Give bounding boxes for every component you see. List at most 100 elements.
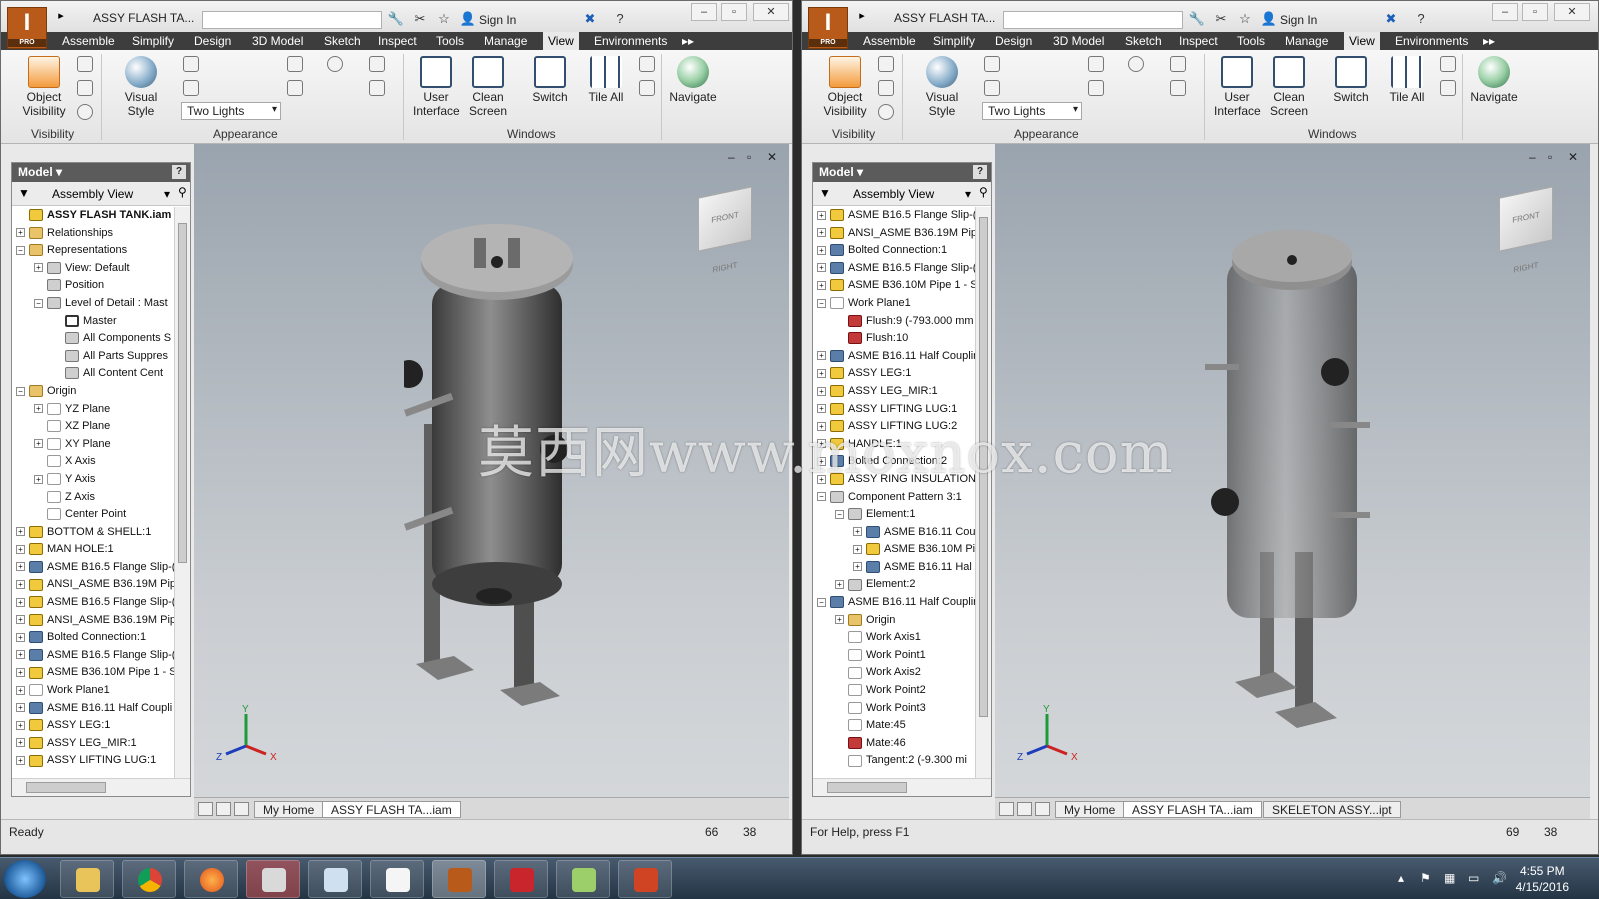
- tree-node[interactable]: + ASME B16.5 Flange Slip-(: [12, 647, 174, 665]
- tree-node[interactable]: Master: [12, 313, 174, 331]
- expand-toggle-icon[interactable]: +: [16, 580, 25, 590]
- navigate-button[interactable]: Navigate: [665, 56, 721, 104]
- ground-icon[interactable]: [1170, 80, 1186, 96]
- expand-toggle-icon[interactable]: −: [34, 298, 43, 308]
- tree-node[interactable]: − Work Plane1: [813, 295, 975, 313]
- tree-node[interactable]: + ASME B16.5 Flange Slip-(: [12, 559, 174, 577]
- tab-inspect[interactable]: Inspect: [373, 34, 422, 48]
- taskbar-notepad[interactable]: [370, 860, 424, 898]
- expand-toggle-icon[interactable]: +: [853, 527, 862, 537]
- browser-header[interactable]: Model ▾?: [813, 163, 991, 182]
- tree-node[interactable]: Work Point1: [813, 647, 975, 665]
- expand-toggle-icon[interactable]: +: [817, 263, 826, 273]
- tree-node[interactable]: Flush:10: [813, 330, 975, 348]
- reflection-icon[interactable]: [183, 80, 199, 96]
- assembly-view-select[interactable]: Assembly View: [52, 187, 133, 201]
- sign-in-link[interactable]: Sign In: [1280, 13, 1317, 27]
- taskbar-snipping[interactable]: [246, 860, 300, 898]
- tree-node[interactable]: All Components S: [12, 330, 174, 348]
- clean-screen-button[interactable]: Clean Screen: [465, 56, 511, 118]
- color-icon[interactable]: [1128, 56, 1144, 72]
- flag-icon[interactable]: ⚑: [1420, 871, 1431, 885]
- expand-toggle-icon[interactable]: +: [16, 228, 25, 238]
- new-window-icon[interactable]: [1440, 80, 1456, 96]
- tree-node[interactable]: + BOTTOM & SHELL:1: [12, 524, 174, 542]
- tree-node[interactable]: Z Axis: [12, 489, 174, 507]
- tools-icon[interactable]: ✂: [411, 11, 429, 29]
- help-search-input[interactable]: [202, 11, 382, 29]
- browser-header[interactable]: Model ▾?: [12, 163, 190, 182]
- tree-node[interactable]: + ANSI_ASME B36.19M Pip: [813, 225, 975, 243]
- expand-toggle-icon[interactable]: +: [16, 668, 25, 678]
- tree-node[interactable]: Tangent:2 (-9.300 mi: [813, 752, 975, 770]
- tab-tools[interactable]: Tools: [1232, 34, 1270, 48]
- tree-node[interactable]: Center Point: [12, 506, 174, 524]
- scroll-up-icon[interactable]: [1035, 802, 1050, 816]
- restore-view-icon[interactable]: ▫: [747, 150, 751, 164]
- more-tabs-icon[interactable]: ▸▸: [677, 34, 699, 48]
- tree-node[interactable]: Work Axis2: [813, 664, 975, 682]
- expand-toggle-icon[interactable]: −: [817, 492, 826, 502]
- expand-toggle-icon[interactable]: +: [817, 228, 826, 238]
- tab-view[interactable]: View: [543, 32, 579, 50]
- tab-sketch[interactable]: Sketch: [319, 34, 366, 48]
- restore-view-icon[interactable]: ▫: [1548, 150, 1552, 164]
- tab-assy-flash-tank[interactable]: ASSY FLASH TA...iam: [1123, 801, 1262, 818]
- close-button[interactable]: ✕: [1554, 3, 1590, 21]
- tab-my-home[interactable]: My Home: [1055, 801, 1125, 818]
- horizontal-scrollbar[interactable]: [12, 778, 190, 796]
- shadow-icon[interactable]: [984, 56, 1000, 72]
- tab-3d-model[interactable]: 3D Model: [247, 34, 308, 48]
- tree-node[interactable]: Mate:45: [813, 717, 975, 735]
- tab-design[interactable]: Design: [189, 34, 236, 48]
- expand-toggle-icon[interactable]: +: [16, 756, 25, 765]
- expand-toggle-icon[interactable]: +: [16, 738, 25, 748]
- tree-node[interactable]: + XY Plane: [12, 436, 174, 454]
- texture-icon[interactable]: [1170, 56, 1186, 72]
- taskbar-autocad[interactable]: [494, 860, 548, 898]
- more-tabs-icon[interactable]: ▸▸: [1478, 34, 1500, 48]
- tree-node[interactable]: All Parts Suppres: [12, 348, 174, 366]
- switch-button[interactable]: Switch: [523, 56, 577, 104]
- tab-environments[interactable]: Environments: [1390, 34, 1473, 48]
- camera-icon[interactable]: [287, 80, 303, 96]
- tab-assemble[interactable]: Assemble: [858, 34, 921, 48]
- lighting-style-select[interactable]: Two Lights: [181, 102, 281, 120]
- tab-view[interactable]: View: [1344, 32, 1380, 50]
- prohibited-icon[interactable]: [878, 104, 894, 120]
- tree-node[interactable]: + YZ Plane: [12, 401, 174, 419]
- object-visibility-button[interactable]: Object Visibility: [820, 56, 870, 118]
- expand-toggle-icon[interactable]: +: [16, 720, 25, 730]
- taskbar-maps[interactable]: [556, 860, 610, 898]
- filter-icon[interactable]: ▼: [819, 186, 831, 200]
- tree-node[interactable]: + Element:2: [813, 576, 975, 594]
- quick-access-expand-icon[interactable]: ▸: [854, 9, 870, 27]
- expand-toggle-icon[interactable]: +: [853, 562, 862, 572]
- tree-node[interactable]: + ASME B16.5 Flange Slip-(: [813, 207, 975, 225]
- prohibited-icon[interactable]: [77, 104, 93, 120]
- tree-node[interactable]: + ASSY LEG_MIR:1: [813, 383, 975, 401]
- rotate-icon[interactable]: [878, 80, 894, 96]
- tree-node[interactable]: + Work Plane1: [12, 682, 174, 700]
- horizontal-scrollbar[interactable]: [813, 778, 991, 796]
- navigate-button[interactable]: Navigate: [1466, 56, 1522, 104]
- ground-plane-icon[interactable]: [287, 56, 303, 72]
- new-window-icon[interactable]: [639, 80, 655, 96]
- tree-node[interactable]: + View: Default: [12, 260, 174, 278]
- help-icon[interactable]: ?: [172, 165, 186, 179]
- minimize-view-icon[interactable]: –: [1529, 150, 1536, 164]
- tile-tab-icon[interactable]: [999, 802, 1014, 816]
- tree-node[interactable]: + Origin: [813, 612, 975, 630]
- assembly-view-select[interactable]: Assembly View: [853, 187, 934, 201]
- tree-node[interactable]: Flush:9 (-793.000 mm: [813, 313, 975, 331]
- tree-node[interactable]: Position: [12, 277, 174, 295]
- volume-icon[interactable]: 🔊: [1492, 871, 1507, 885]
- tree-node[interactable]: − Element:1: [813, 506, 975, 524]
- taskbar-inventor[interactable]: [432, 860, 486, 898]
- close-view-icon[interactable]: ✕: [767, 150, 777, 164]
- sign-in-link[interactable]: Sign In: [479, 13, 516, 27]
- tree-node[interactable]: − ASME B16.11 Half Couplir: [813, 594, 975, 612]
- tree-node[interactable]: All Content Cent: [12, 365, 174, 383]
- maximize-button[interactable]: ▫: [721, 3, 747, 21]
- expand-toggle-icon[interactable]: +: [16, 685, 25, 695]
